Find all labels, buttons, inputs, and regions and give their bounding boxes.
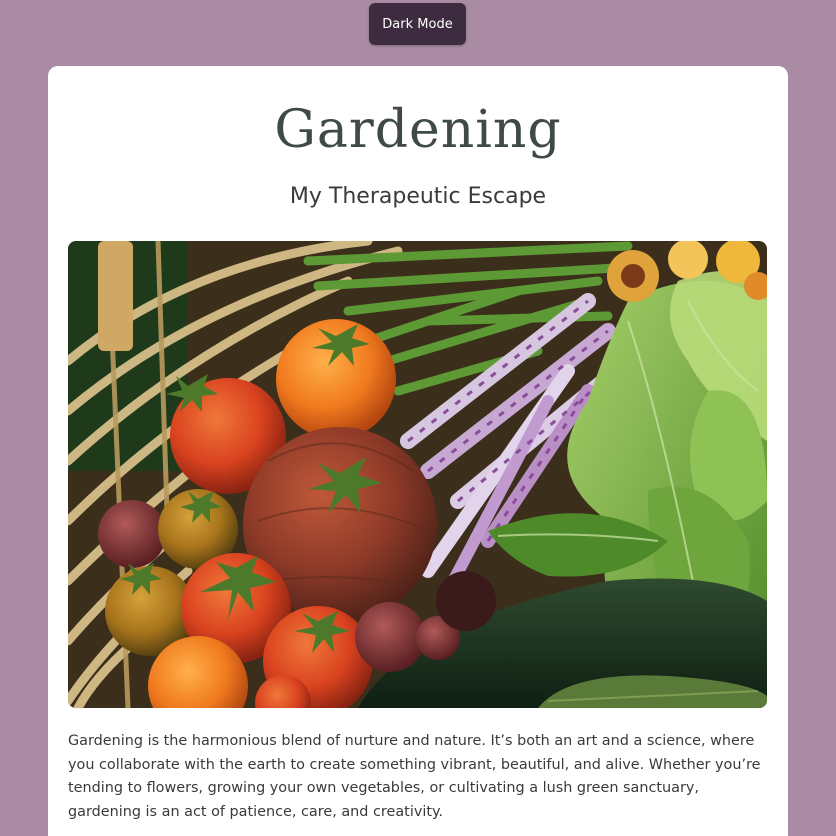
vegetable-harvest-photo: [68, 241, 767, 708]
page-title: Gardening: [274, 100, 562, 160]
hero-image: [68, 241, 767, 708]
dark-mode-button[interactable]: Dark Mode: [369, 3, 466, 45]
page-subtitle: My Therapeutic Escape: [289, 184, 547, 209]
page: Dark Mode Gardening My Therapeutic Escap…: [0, 0, 836, 836]
intro-paragraph: Gardening is the harmonious blend of nur…: [68, 733, 761, 820]
